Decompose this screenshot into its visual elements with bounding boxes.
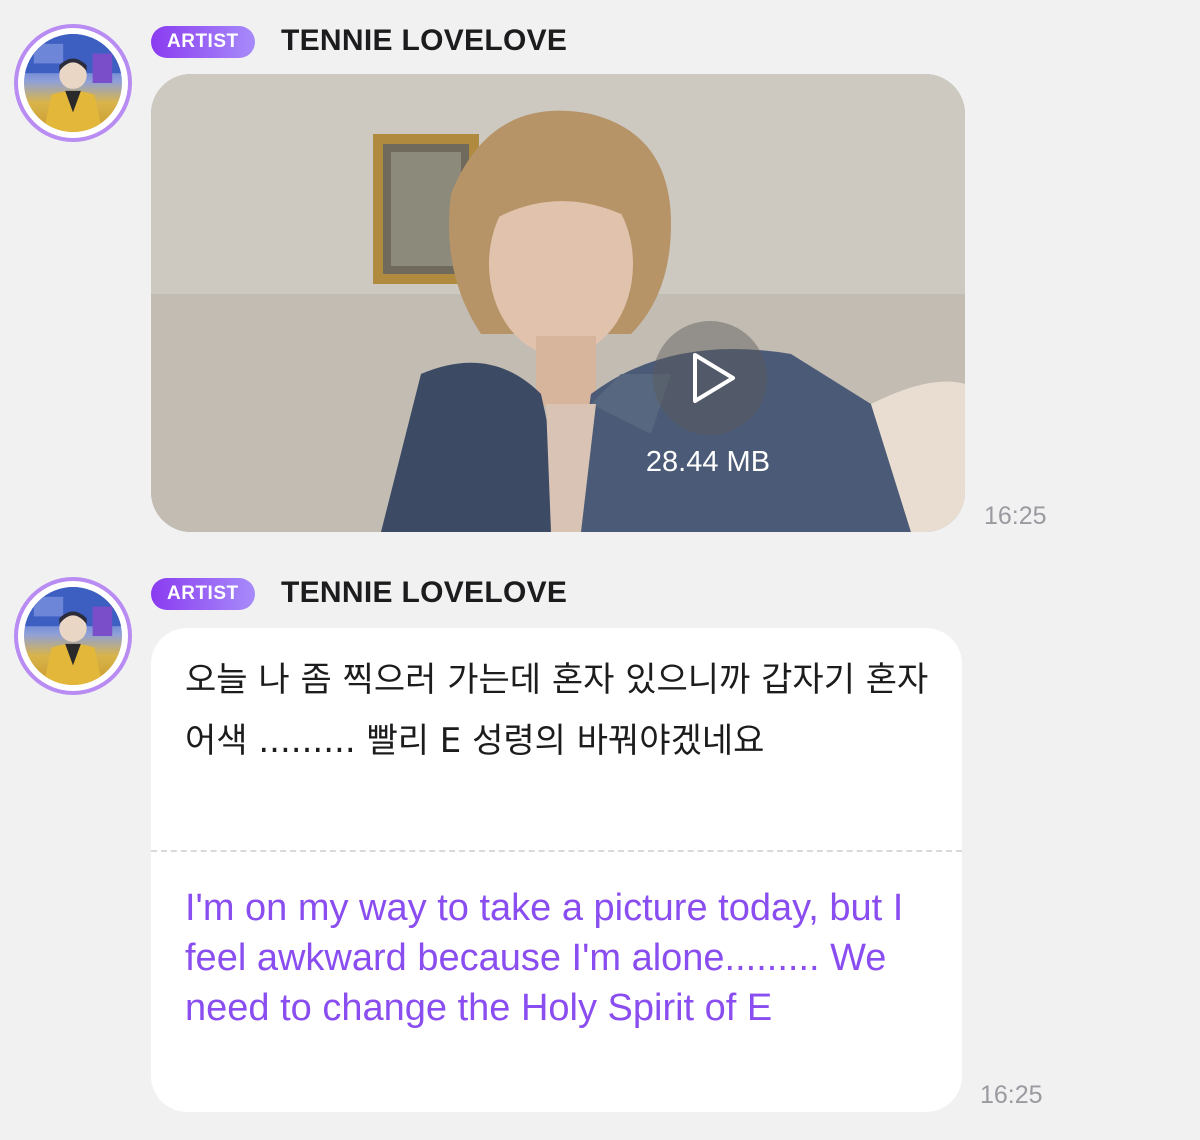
sender-name: TENNIE LOVELOVE xyxy=(281,24,568,57)
message-timestamp: 16:25 xyxy=(980,1081,1043,1109)
translated-message-text: I'm on my way to take a picture today, b… xyxy=(185,887,904,1029)
text-bubble[interactable]: 오늘 나 좀 찍으러 가는데 혼자 있으니까 갑자기 혼자 어색 .......… xyxy=(151,628,962,1112)
avatar[interactable] xyxy=(14,577,132,695)
original-message-text: 오늘 나 좀 찍으러 가는데 혼자 있으니까 갑자기 혼자 어색 .......… xyxy=(185,660,929,761)
video-file-size: 28.44 MB xyxy=(645,446,771,478)
artist-badge: ARTIST xyxy=(151,578,255,610)
sender-name: TENNIE LOVELOVE xyxy=(281,576,568,609)
play-button[interactable] xyxy=(653,321,767,435)
avatar[interactable] xyxy=(14,24,132,142)
avatar-photo xyxy=(24,587,122,685)
message-timestamp: 16:25 xyxy=(984,502,1047,530)
video-thumbnail[interactable]: 28.44 MB xyxy=(151,74,965,532)
avatar-photo xyxy=(24,34,122,132)
message-video: ARTIST TENNIE LOVELOVE 28.44 MB 16:25 xyxy=(0,0,1200,560)
artist-badge: ARTIST xyxy=(151,26,255,58)
translation-divider xyxy=(151,850,962,852)
play-icon xyxy=(693,353,735,403)
